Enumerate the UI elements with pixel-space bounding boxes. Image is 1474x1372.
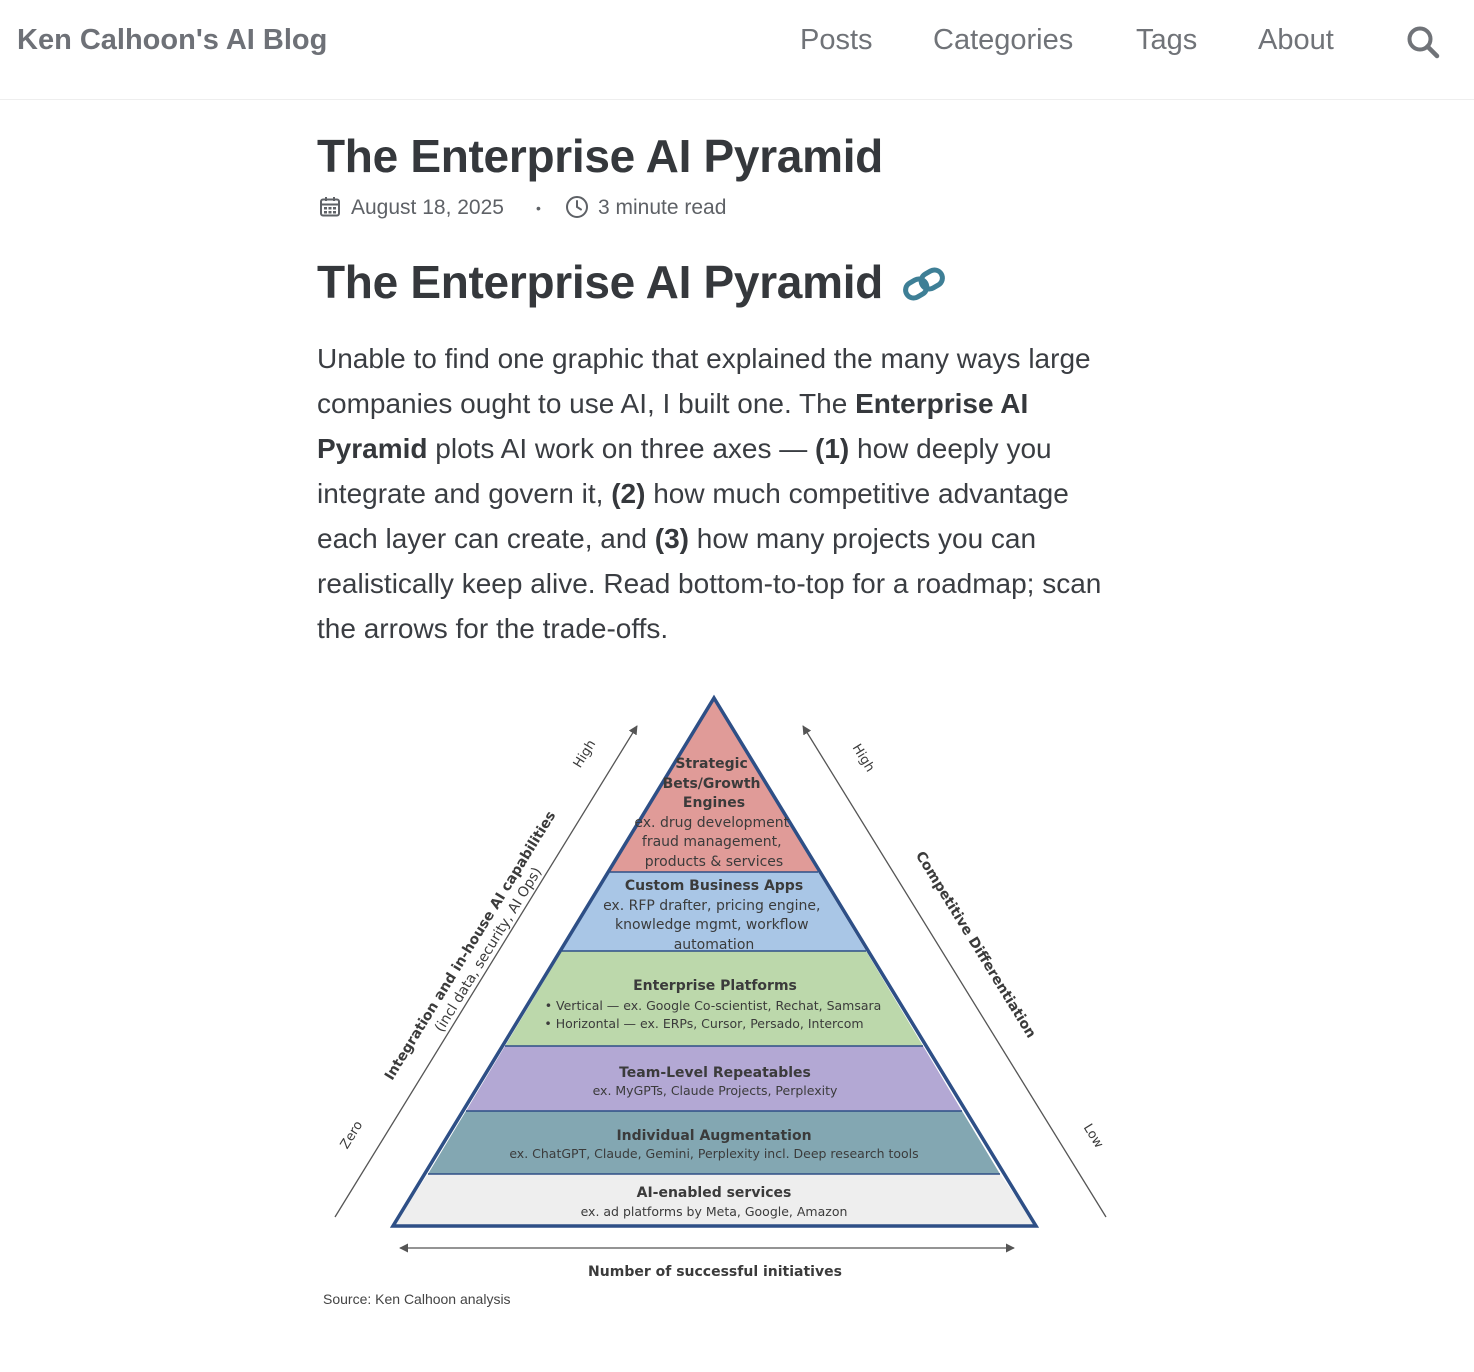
- link-icon: [903, 267, 945, 301]
- layer-detail-individual: ex. ChatGPT, Claude, Gemini, Perplexity …: [509, 1146, 918, 1161]
- intro-bold-3: (3): [654, 523, 689, 554]
- search-button[interactable]: [1405, 24, 1441, 60]
- intro-bold-1: (1): [815, 433, 850, 464]
- right-axis-high-label: High: [849, 742, 877, 775]
- read-time: 3 minute read: [598, 196, 727, 219]
- layer-title-individual: Individual Augmentation: [616, 1128, 811, 1144]
- nav-item-tags[interactable]: Tags: [1136, 24, 1197, 57]
- layer-title-platforms: Enterprise Platforms: [633, 978, 797, 994]
- post-date: August 18, 2025: [351, 196, 504, 219]
- layer-detail-strategic: ex. drug development fraud management, p…: [634, 815, 793, 870]
- nav-item-posts[interactable]: Posts: [800, 24, 873, 57]
- intro-text-2: plots AI work on three axes —: [427, 433, 816, 464]
- nav-item-categories[interactable]: Categories: [933, 24, 1073, 57]
- layer-detail-services: ex. ad platforms by Meta, Google, Amazon: [581, 1204, 848, 1219]
- post-article: The Enterprise AI Pyramid August 18, 202…: [317, 126, 1137, 644]
- pyramid-diagram: Strategic Bets/Growth Engines ex. drug d…: [334, 694, 1107, 1280]
- post-meta: August 18, 2025 • 3 minute read: [317, 192, 917, 222]
- left-axis-low-label: Zero: [338, 1118, 366, 1151]
- site-header: Ken Calhoon's AI Blog Posts Categories T…: [0, 0, 1474, 100]
- left-axis-high-label: High: [571, 738, 599, 771]
- calendar-icon: [320, 197, 340, 217]
- intro-bold-2: (2): [611, 478, 646, 509]
- right-axis-low-label: Low: [1080, 1121, 1106, 1151]
- page-title: The Enterprise AI Pyramid: [317, 130, 883, 182]
- pyramid-figure: Strategic Bets/Growth Engines ex. drug d…: [316, 690, 1136, 1320]
- bottom-axis-title: Number of successful initiatives: [588, 1264, 842, 1280]
- heading-anchor-link[interactable]: [901, 266, 947, 302]
- right-axis-title: Competitive Differentiation: [912, 849, 1039, 1041]
- figure-caption: Source: Ken Calhoon analysis: [323, 1291, 511, 1307]
- layer-title-team: Team-Level Repeatables: [619, 1065, 811, 1081]
- main-nav: Posts Categories Tags About: [0, 24, 1474, 64]
- search-icon: [1407, 26, 1440, 59]
- nav-item-about[interactable]: About: [1258, 24, 1334, 57]
- intro-paragraph: Unable to find one graphic that explaine…: [317, 336, 1137, 651]
- layer-title-custom-apps: Custom Business Apps: [625, 878, 803, 894]
- section-heading: The Enterprise AI Pyramid: [317, 256, 883, 308]
- layer-title-services: AI-enabled services: [637, 1185, 792, 1201]
- layer-detail-team: ex. MyGPTs, Claude Projects, Perplexity: [593, 1083, 838, 1098]
- clock-icon: [566, 196, 588, 218]
- meta-separator: •: [536, 200, 541, 216]
